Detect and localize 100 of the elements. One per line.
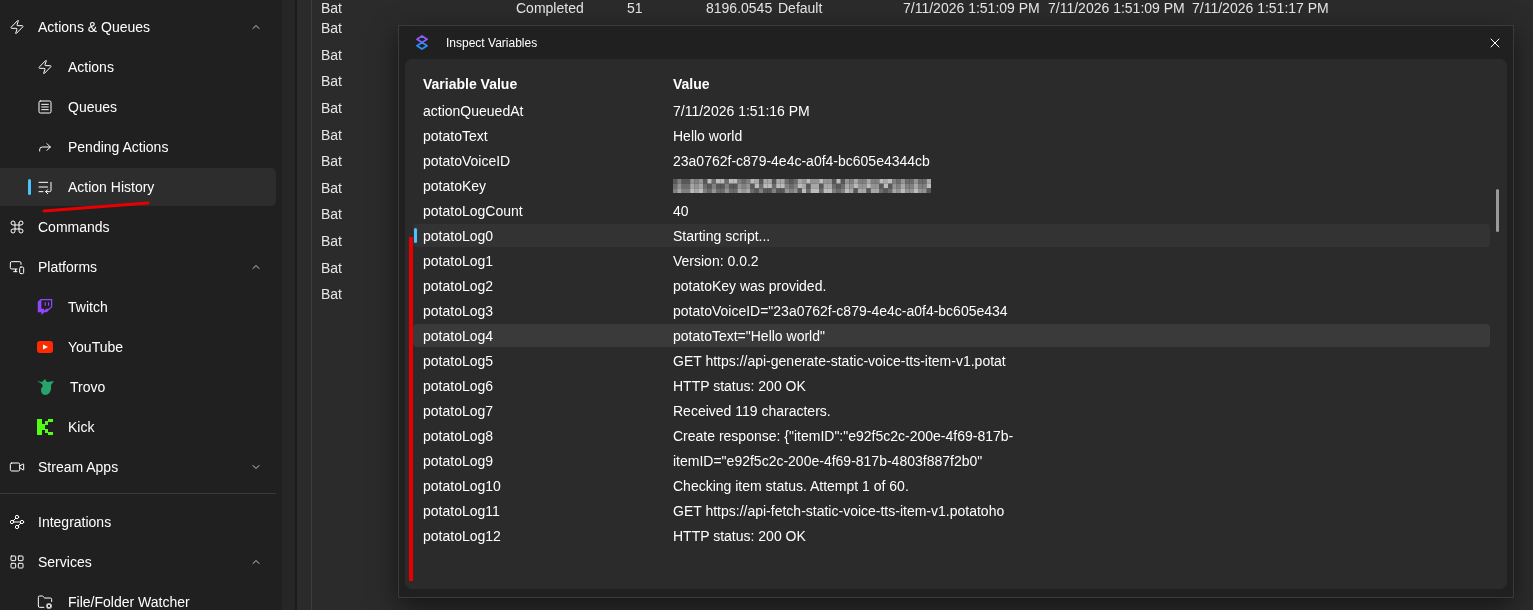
play-button-logo-icon bbox=[37, 341, 53, 353]
variable-row[interactable]: potatoLog6 HTTP status: 200 OK bbox=[413, 374, 1490, 397]
pixel-logo-icon bbox=[37, 419, 53, 435]
variable-value: Hello world bbox=[673, 127, 743, 144]
variable-value: Checking item status. Attempt 1 of 60. bbox=[673, 477, 909, 494]
selected-indicator bbox=[414, 228, 417, 243]
variable-row[interactable]: potatoLogCount 40 bbox=[413, 199, 1490, 222]
variable-row[interactable]: actionQueuedAt 7/11/2026 1:51:16 PM bbox=[413, 99, 1490, 122]
selected-indicator bbox=[28, 179, 31, 195]
command-key-icon bbox=[9, 219, 25, 235]
network-nodes-icon bbox=[9, 514, 25, 530]
list-card-icon bbox=[37, 99, 53, 115]
variable-row[interactable]: potatoLog12 HTTP status: 200 OK bbox=[413, 524, 1490, 547]
sidebar-item[interactable]: Commands bbox=[0, 208, 276, 246]
table-cell: Bat bbox=[321, 179, 342, 196]
variable-row[interactable]: potatoLog11 GET https://api-fetch-static-voice-tts-item-v1.potatoho bbox=[413, 499, 1490, 522]
variable-row[interactable]: potatoLog1 Version: 0.0.2 bbox=[413, 249, 1490, 272]
variable-value: Version: 0.0.2 bbox=[673, 252, 759, 269]
chat-bubble-logo-icon bbox=[37, 299, 53, 315]
table-cell: Default bbox=[778, 0, 823, 16]
variable-name: actionQueuedAt bbox=[423, 102, 524, 119]
variable-row[interactable]: potatoLog5 GET https://api-generate-static-voice-tts-item-v1.potat bbox=[413, 349, 1490, 372]
variable-name: potatoVoiceID bbox=[423, 152, 511, 169]
variable-name: potatoLogCount bbox=[423, 202, 523, 219]
variable-row[interactable]: potatoLog9 itemID="e92f5c2c-200e-4f69-817b-4803f887f2b0" bbox=[413, 449, 1490, 472]
variable-value: Create response: {"itemID":"e92f5c2c-200e-4f69-817b- bbox=[673, 427, 1014, 444]
table-cell: Bat bbox=[321, 0, 342, 16]
table-cell: 51 bbox=[627, 0, 643, 16]
sidebar-item[interactable]: Pending Actions bbox=[0, 128, 276, 166]
variable-row[interactable]: potatoLog0 Starting script... bbox=[413, 224, 1490, 247]
sidebar-item[interactable]: Action History bbox=[0, 168, 276, 206]
variable-row[interactable]: potatoText Hello world bbox=[413, 124, 1490, 147]
sidebar-item[interactable]: Platforms bbox=[0, 248, 276, 286]
dialog-title: Inspect Variables bbox=[446, 35, 538, 50]
table-cell: Bat bbox=[321, 20, 342, 37]
sidebar-item[interactable]: Services bbox=[0, 543, 276, 581]
variable-row[interactable]: potatoLog4 potatoText="Hello world" bbox=[413, 324, 1490, 347]
variable-name: potatoLog5 bbox=[423, 352, 494, 369]
sidebar-item[interactable]: Actions bbox=[0, 48, 276, 86]
table-cell: 7/11/2026 1:51:09 PM bbox=[1048, 0, 1185, 16]
sidebar-item[interactable]: Kick bbox=[0, 408, 276, 446]
variable-value: Received 119 characters. bbox=[673, 402, 831, 419]
variable-name: potatoLog0 bbox=[423, 227, 494, 244]
variable-name: potatoLog11 bbox=[423, 502, 500, 519]
variable-name: potatoText bbox=[423, 127, 488, 144]
variable-row[interactable]: potatoLog8 Create response: {"itemID":"e92f5c2c-200e-4f69-817b- bbox=[413, 424, 1490, 447]
variable-name: potatoKey bbox=[423, 177, 487, 194]
table-cell: Bat bbox=[321, 206, 342, 223]
variable-name: potatoLog8 bbox=[423, 427, 494, 444]
grid-icon bbox=[9, 554, 25, 570]
variable-row[interactable]: potatoVoiceID 23a0762f-c879-4e4c-a0f4-bc605e4344cb bbox=[413, 149, 1490, 172]
column-header: Variable Value bbox=[423, 75, 518, 92]
variable-value: GET https://api-fetch-static-voice-tts-item-v1.potatoho bbox=[673, 502, 1005, 519]
table-cell: Bat bbox=[321, 259, 342, 276]
chain-logo-icon bbox=[416, 35, 428, 50]
table-cell: Bat bbox=[321, 73, 342, 90]
variable-row[interactable]: potatoKey bbox=[413, 174, 1490, 197]
monitor-icon bbox=[9, 259, 25, 275]
variable-value: HTTP status: 200 OK bbox=[673, 527, 806, 544]
variable-row[interactable]: potatoLog7 Received 119 characters. bbox=[413, 399, 1490, 422]
table-cell: Bat bbox=[321, 233, 342, 250]
video-camera-icon bbox=[9, 459, 25, 475]
table-cell: 7/11/2026 1:51:17 PM bbox=[1192, 0, 1329, 16]
variable-name: potatoLog10 bbox=[423, 477, 501, 494]
variable-row[interactable]: potatoLog10 Checking item status. Attempt 1 of 60. bbox=[413, 474, 1490, 497]
variable-value: 40 bbox=[673, 202, 689, 219]
table-cell: 8196.0545 bbox=[706, 0, 773, 16]
table-cell: Bat bbox=[321, 286, 342, 303]
sidebar-item[interactable]: Queues bbox=[0, 88, 276, 126]
sidebar-item[interactable]: Trovo bbox=[0, 368, 276, 406]
sidebar-item[interactable]: Twitch bbox=[0, 288, 276, 326]
scrollbar-thumb[interactable] bbox=[1496, 189, 1499, 232]
list-icon bbox=[37, 179, 53, 195]
variable-name: potatoLog9 bbox=[423, 452, 494, 469]
column-header: Value bbox=[673, 75, 710, 92]
table-cell: Bat bbox=[321, 126, 342, 143]
sidebar-item[interactable]: Actions & Queues bbox=[0, 8, 276, 46]
lightning-icon bbox=[37, 59, 53, 75]
table-cell: Bat bbox=[321, 100, 342, 117]
sidebar-item[interactable]: YouTube bbox=[0, 328, 276, 366]
variable-name: potatoLog4 bbox=[423, 327, 494, 344]
table-cell: Completed bbox=[516, 0, 584, 16]
variable-name: potatoLog2 bbox=[423, 277, 494, 294]
variable-value: 7/11/2026 1:51:16 PM bbox=[673, 102, 810, 119]
variable-value: potatoText="Hello world" bbox=[673, 327, 825, 344]
variable-value: potatoKey was provided. bbox=[673, 277, 827, 294]
sidebar-item[interactable]: Integrations bbox=[0, 503, 276, 541]
variable-value: 23a0762f-c879-4e4c-a0f4-bc605e4344cb bbox=[673, 152, 930, 169]
variable-value: Starting script... bbox=[673, 227, 771, 244]
sidebar-item[interactable]: File/Folder Watcher bbox=[0, 583, 276, 610]
variable-name: potatoLog7 bbox=[423, 402, 494, 419]
variable-value: GET https://api-generate-static-voice-tts-item-v1.potat bbox=[673, 352, 1006, 369]
variable-row[interactable]: potatoLog2 potatoKey was provided. bbox=[413, 274, 1490, 297]
sidebar-item[interactable]: Stream Apps bbox=[0, 448, 276, 486]
variable-row[interactable]: potatoLog3 potatoVoiceID="23a0762f-c879-4e4c-a0f4-bc605e434 bbox=[413, 299, 1490, 322]
folder-gear-icon bbox=[37, 594, 53, 610]
mascot-logo-icon bbox=[37, 379, 55, 395]
table-cell: Bat bbox=[321, 46, 342, 63]
table-cell: 7/11/2026 1:51:09 PM bbox=[903, 0, 1040, 16]
variable-name: potatoLog3 bbox=[423, 302, 494, 319]
